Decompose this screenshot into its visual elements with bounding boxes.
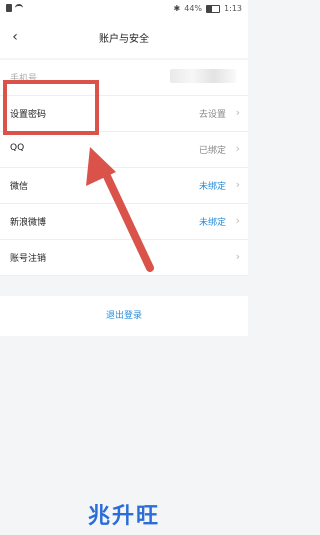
watermark-logo: 兆升旺 [87, 504, 160, 529]
annotation-arrow [86, 147, 154, 272]
arrow-shaft [101, 168, 154, 272]
